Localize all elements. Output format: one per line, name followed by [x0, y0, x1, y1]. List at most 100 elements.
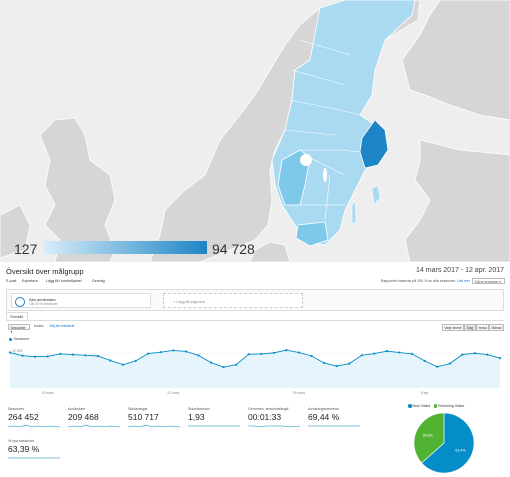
metric-value: 209 468 [68, 412, 99, 422]
data-point[interactable] [222, 366, 225, 369]
time-button-month[interactable]: Månad [489, 324, 504, 331]
time-button-week[interactable]: Vecka [476, 324, 489, 331]
export-button[interactable]: Exportera [22, 279, 38, 283]
tab-overview[interactable]: Översikt [6, 312, 28, 320]
chart-legend: Sessioner [9, 337, 29, 341]
data-point[interactable] [46, 355, 49, 358]
data-point[interactable] [498, 356, 502, 360]
gotland-island[interactable] [371, 185, 381, 205]
series-dot-icon [9, 337, 12, 341]
data-point[interactable] [297, 351, 301, 354]
metric-avg-session-duration[interactable]: Genomsn. sessionslängd 00:01:33 [248, 407, 300, 435]
metric-select-value: Sessioner [10, 325, 26, 330]
data-point[interactable] [8, 351, 12, 354]
data-point[interactable] [473, 352, 476, 355]
segment-bar: Alla användare 100,00 % Sessioner + Lägg… [6, 289, 504, 311]
pie-slice-label: 63,4% [455, 448, 466, 452]
metric-sessions[interactable]: Sessioner 264 452 [8, 407, 60, 435]
metric-value: 510 717 [128, 412, 159, 422]
metric-sparkline [248, 425, 300, 428]
map-legend-max: 94 728 [212, 241, 255, 257]
pie-legend-item-returning: Returning Visitor [433, 404, 465, 408]
data-point[interactable] [197, 354, 200, 357]
x-tick-label: 22 mars [167, 391, 180, 395]
data-point[interactable] [448, 362, 451, 365]
lake-vanern [300, 154, 312, 166]
data-point[interactable] [59, 352, 62, 356]
data-point[interactable] [121, 363, 125, 366]
metric-sparkline [8, 457, 60, 459]
data-point[interactable] [360, 354, 363, 357]
metric-value: 63,39 % [8, 444, 40, 454]
data-point[interactable] [172, 349, 175, 352]
pie-legend-item-new: New Visitor [408, 404, 431, 408]
add-to-dashboard-button[interactable]: Lägg till i kontrollpanel [46, 279, 82, 283]
metric-pageviews[interactable]: Sidvisningar 510 717 [128, 407, 180, 435]
data-point[interactable] [134, 359, 137, 362]
denmark-region [249, 241, 291, 262]
sessions-line-chart[interactable]: 10 0005 00019 mars22 mars29 mars5 apr [6, 342, 504, 400]
segment-all-users[interactable]: Alla användare 100,00 % Sessioner [11, 293, 151, 308]
lake-vattern [323, 168, 327, 182]
data-point[interactable] [285, 348, 288, 352]
data-point[interactable] [209, 361, 213, 364]
metric-label: Avvisningsfrekvens [308, 407, 339, 411]
data-point[interactable] [348, 362, 351, 365]
time-button-day[interactable]: Dag [464, 324, 476, 331]
data-point[interactable] [34, 355, 37, 358]
data-point[interactable] [147, 352, 150, 355]
geo-map[interactable]: 127 94 728 [0, 0, 510, 262]
legend-swatch-icon [408, 404, 412, 408]
data-point[interactable] [247, 353, 250, 356]
metric-new-sessions[interactable]: % nya sessioner 63,39 % [8, 439, 60, 467]
data-point[interactable] [486, 353, 489, 356]
metric-select[interactable]: Sessioner ▾ [8, 324, 30, 334]
select-metric-link[interactable]: Välj ett mätvärde [49, 324, 74, 328]
segment-title: Alla användare [29, 296, 56, 302]
map-canvas[interactable] [0, 0, 510, 262]
metric-users[interactable]: Användare 209 468 [68, 407, 120, 435]
data-point[interactable] [260, 352, 263, 356]
metric-value: 69,44 % [308, 412, 340, 422]
data-point[interactable] [335, 364, 338, 368]
add-segment-button[interactable]: + Lägg till segment [163, 293, 303, 308]
data-point[interactable] [461, 353, 464, 356]
metric-sparkline [68, 424, 120, 428]
time-button-hourly[interactable]: Varje timme [442, 324, 464, 331]
sampling-note: Rapporten baseras på 100 % av alla sessi… [381, 279, 470, 283]
metric-sparkline [188, 425, 240, 427]
data-point[interactable] [436, 365, 439, 368]
data-point[interactable] [310, 354, 313, 358]
data-point[interactable] [96, 354, 100, 358]
report-toolbar: E-post Exportera Lägg till i kontrollpan… [0, 278, 510, 288]
map-legend-min: 127 [14, 241, 38, 257]
date-range-picker[interactable]: 14 mars 2017 - 12 apr. 2017 [416, 267, 504, 274]
data-point[interactable] [84, 354, 87, 357]
data-point[interactable] [423, 359, 426, 362]
data-point[interactable] [323, 361, 326, 365]
chart-legend-label: Sessioner [13, 337, 30, 341]
learn-more-link[interactable]: Läs mer [457, 279, 470, 283]
email-button[interactable]: E-post [6, 279, 16, 283]
data-point[interactable] [71, 353, 74, 356]
versus-label: kontra [34, 324, 44, 328]
data-point[interactable] [373, 352, 376, 355]
data-point[interactable] [159, 351, 162, 354]
metric-value: 1,93 [188, 412, 205, 422]
data-point[interactable] [398, 351, 401, 354]
metric-pages-per-session[interactable]: Sidor/session 1,93 [188, 407, 240, 435]
data-point[interactable] [235, 363, 238, 366]
metric-bounce-rate[interactable]: Avvisningsfrekvens 69,44 % [308, 407, 360, 435]
data-point[interactable] [184, 350, 187, 353]
data-point[interactable] [109, 359, 112, 362]
shortcut-button[interactable]: Genväg [92, 279, 105, 283]
x-tick-label: 5 apr [421, 391, 430, 395]
data-point[interactable] [385, 350, 389, 353]
data-point[interactable] [410, 352, 414, 356]
visitor-type-pie-chart[interactable]: 63,4% 36,6% [413, 412, 475, 474]
data-point[interactable] [272, 351, 275, 354]
oland-island[interactable] [351, 199, 357, 225]
data-point[interactable] [21, 354, 24, 357]
precision-select[interactable]: Större precision ▾ [472, 278, 505, 284]
pie-slice-label: 36,6% [422, 434, 433, 438]
